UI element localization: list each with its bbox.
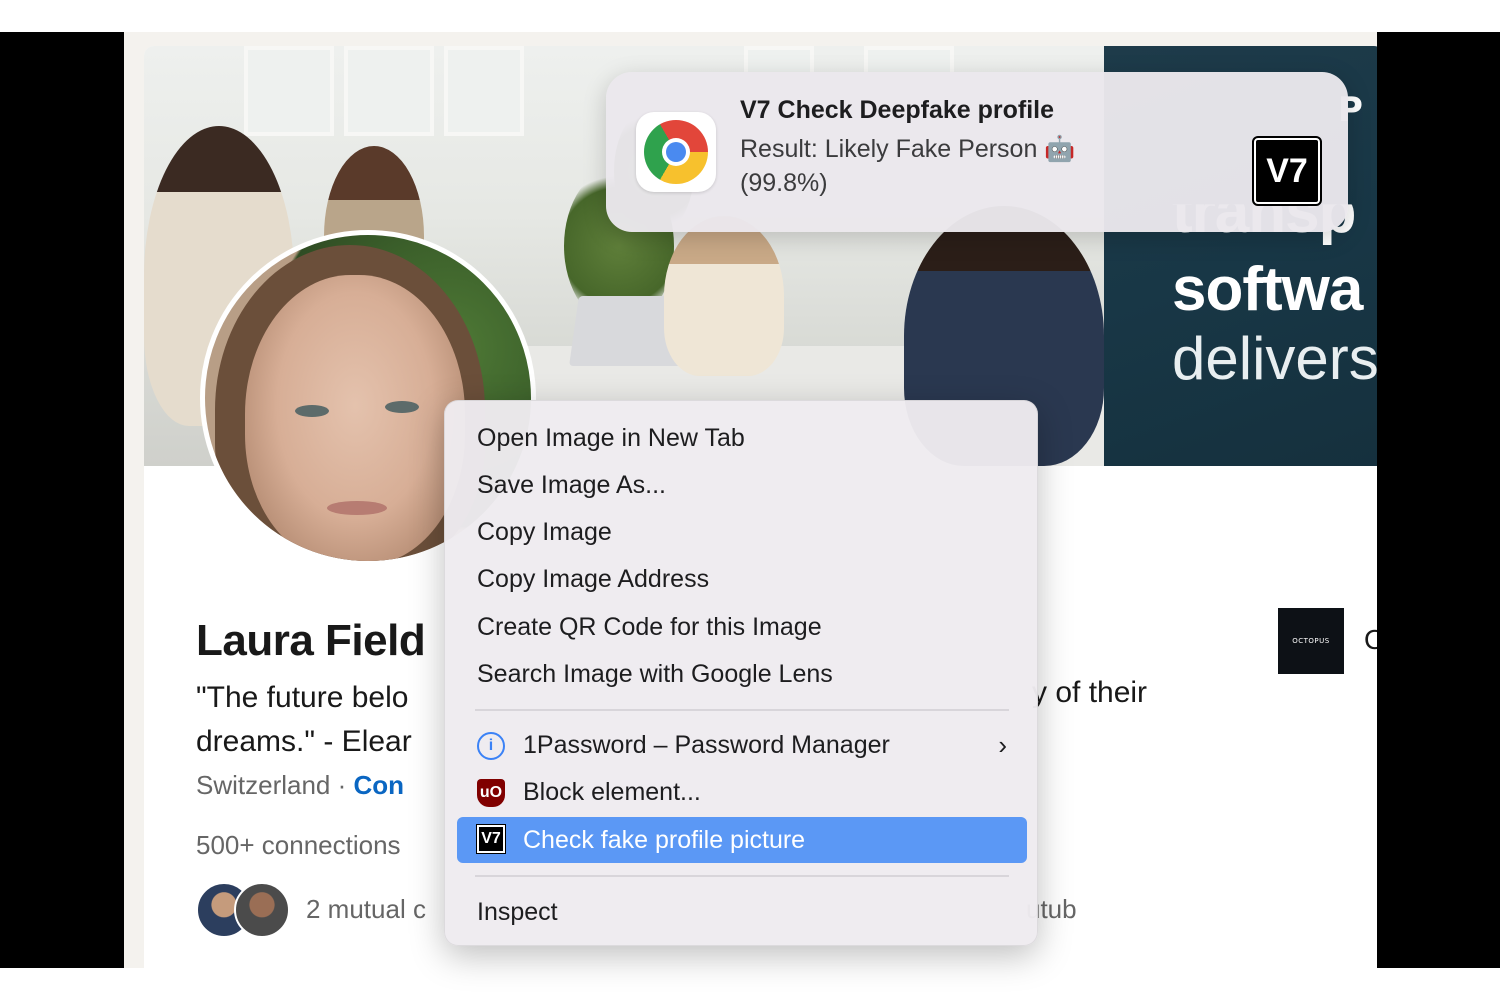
menu-item-open-image-new-tab[interactable]: Open Image in New Tab [457,417,1027,459]
menu-item-create-qr-code[interactable]: Create QR Code for this Image [457,606,1027,648]
notification-body: Result: Likely Fake Person 🤖 (99.8%) [740,132,1160,200]
headline-line-1-tail: y of their [1032,676,1148,709]
headline-line-1: "The future belo [196,681,409,714]
menu-separator [475,709,1009,711]
ad-line-3: delivers [1172,325,1377,392]
mutual-connections-link[interactable]: 2 mutual c [306,894,426,925]
menu-item-check-fake-profile-picture[interactable]: V7 Check fake profile picture [457,817,1027,863]
ad-line-2: softwa [1172,255,1363,324]
connections-count[interactable]: 500+ connections [196,830,401,861]
letterbox-left [0,32,124,968]
chevron-right-icon: › [998,730,1007,760]
profile-headline: "The future belo dreams." - Elear [196,676,412,764]
window-pane [344,46,434,136]
profile-name: Laura Field [196,616,426,665]
mutual-avatar[interactable] [234,882,290,938]
headline-line-2: dreams." - Elear [196,725,412,758]
location-text: Switzerland · [196,770,354,800]
menu-item-inspect[interactable]: Inspect [457,891,1027,933]
letterbox-right [1377,32,1500,968]
menu-item-copy-image[interactable]: Copy Image [457,511,1027,553]
menu-item-save-image-as[interactable]: Save Image As... [457,464,1027,506]
menu-item-copy-image-address[interactable]: Copy Image Address [457,558,1027,600]
avatar-eye [385,401,419,413]
chrome-icon [636,112,716,192]
company-logo[interactable]: OCTOPUS [1278,608,1344,674]
window-pane [244,46,334,136]
menu-item-label: Check fake profile picture [523,826,806,854]
notification-result: Result: Likely Fake Person 🤖 [740,135,1076,163]
menu-item-1password[interactable]: i 1Password – Password Manager › [457,724,1027,766]
notification-title: V7 Check Deepfake profile [740,96,1055,124]
menu-separator [475,875,1009,877]
ublock-origin-icon: uO [477,779,505,807]
v7-icon: V7 [476,824,506,854]
context-menu: Open Image in New Tab Save Image As... C… [444,400,1038,946]
menu-item-label: 1Password – Password Manager [523,731,890,759]
1password-icon: i [477,732,505,760]
person-figure [664,216,784,376]
menu-item-label: Block element... [523,778,701,806]
avatar-face [245,275,465,561]
profile-location: Switzerland · Con [196,770,404,801]
avatar-eye [295,405,329,417]
screenshot-stage: P transp softwa delivers Laura Field "Th… [0,0,1500,1000]
notification-score: (99.8%) [740,169,828,197]
company-name[interactable]: O [1364,624,1377,656]
avatar-lips [327,501,387,515]
menu-item-search-google-lens[interactable]: Search Image with Google Lens [457,653,1027,695]
v7-logo-icon: V7 [1252,136,1322,206]
window-pane [444,46,524,136]
system-notification[interactable]: V7 Check Deepfake profile Result: Likely… [606,72,1348,232]
menu-item-block-element[interactable]: uO Block element... [457,771,1027,813]
contact-info-link[interactable]: Con [354,770,405,800]
